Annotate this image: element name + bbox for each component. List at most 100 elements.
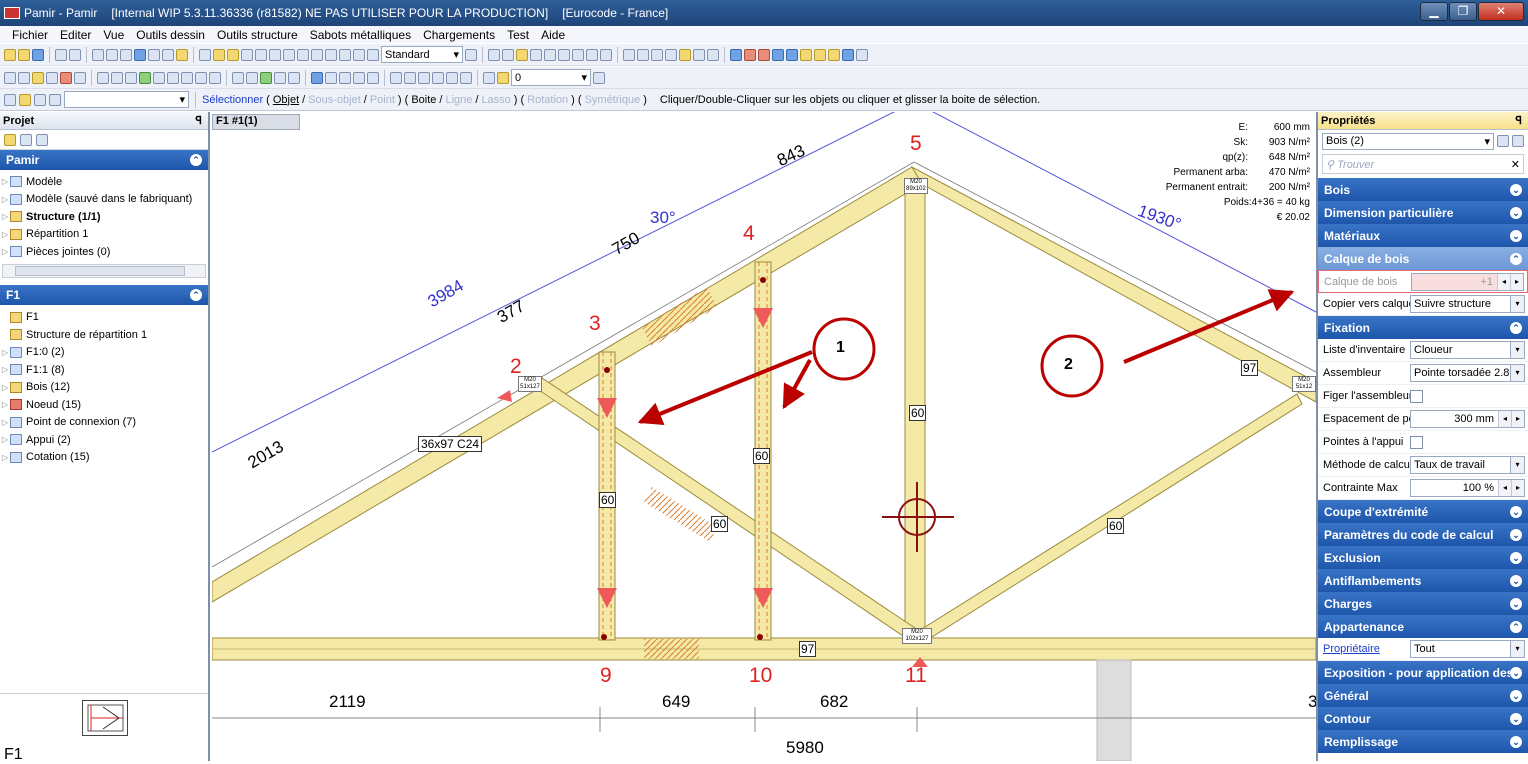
dim-icon[interactable] — [125, 71, 137, 84]
owner-link[interactable]: Propriétaire — [1323, 643, 1410, 655]
tile-icon[interactable] — [246, 71, 258, 84]
tree-item-f10[interactable]: ▷ F1:0 (2) — [0, 344, 208, 362]
check-icon[interactable] — [260, 71, 272, 84]
poly-icon[interactable] — [544, 48, 556, 61]
menu-outils-structure[interactable]: Outils structure — [217, 28, 298, 42]
edit-icon[interactable] — [120, 48, 132, 61]
tree-item-f1[interactable]: F1 — [0, 309, 208, 327]
width-label-top[interactable]: 97 — [1241, 360, 1259, 376]
object-selector[interactable]: Bois (2) ▾ — [1322, 132, 1494, 150]
window-icon[interactable] — [842, 48, 854, 61]
clear-icon[interactable]: ✕ — [1511, 158, 1523, 171]
section-fixation[interactable]: Fixation ⌃ — [1318, 316, 1528, 339]
preview-thumbnail[interactable] — [82, 700, 128, 736]
layer-combo[interactable]: 0 ▾ — [511, 69, 591, 86]
export3-icon[interactable] — [418, 71, 430, 84]
line-icon[interactable] — [488, 48, 500, 61]
menu-editer[interactable]: Editer — [60, 28, 91, 42]
tree-item-appui[interactable]: ▷ Appui (2) — [0, 431, 208, 449]
pick-mode2-icon[interactable] — [19, 93, 31, 106]
filter-icon[interactable] — [1497, 135, 1509, 147]
section-dimension[interactable]: Dimension particulière ⌄ — [1318, 201, 1528, 224]
firefox-icon[interactable] — [758, 48, 770, 61]
plate-bottom[interactable]: M20 102x127 — [902, 628, 932, 644]
menu-test[interactable]: Test — [507, 28, 529, 42]
section-bois[interactable]: Bois ⌄ — [1318, 178, 1528, 201]
grid-icon[interactable] — [92, 48, 104, 61]
maximize-button[interactable]: ❐ — [1449, 2, 1477, 21]
section-calque[interactable]: Calque de bois ⌃ — [1318, 247, 1528, 270]
section-general[interactable]: Général ⌄ — [1318, 684, 1528, 707]
tree-item-structure[interactable]: ▷ Structure (1/1) — [0, 208, 208, 226]
section-contour[interactable]: Contour ⌄ — [1318, 707, 1528, 730]
tree-view-icon[interactable] — [4, 133, 16, 146]
chrome-icon[interactable] — [744, 48, 756, 61]
style-icon[interactable] — [367, 48, 379, 61]
horizontal-scrollbar[interactable] — [2, 263, 206, 278]
open-icon[interactable] — [18, 48, 30, 61]
folder2-icon[interactable] — [814, 48, 826, 61]
pin-icon[interactable]: ꟼ — [195, 114, 202, 127]
export6-icon[interactable] — [460, 71, 472, 84]
brush-icon[interactable] — [213, 48, 225, 61]
section-parametres[interactable]: Paramètres du code de calcul ⌄ — [1318, 523, 1528, 546]
menu-aide[interactable]: Aide — [541, 28, 565, 42]
bulb-icon[interactable] — [497, 71, 509, 84]
rect-icon[interactable] — [530, 48, 542, 61]
camera-icon[interactable] — [353, 48, 365, 61]
plate-right[interactable]: M20 51x12 — [1292, 376, 1316, 392]
diag-icon[interactable] — [623, 48, 635, 61]
tree-item-pieces[interactable]: ▷ Pièces jointes (0) — [0, 243, 208, 261]
plate2-icon[interactable] — [111, 71, 123, 84]
section-coupe[interactable]: Coupe d'extrémité ⌄ — [1318, 500, 1528, 523]
layout-icon[interactable] — [232, 71, 244, 84]
pointes-checkbox[interactable] — [1410, 435, 1423, 449]
magnet-icon[interactable] — [679, 48, 691, 61]
view-icon[interactable] — [134, 48, 146, 61]
oval-icon[interactable] — [665, 48, 677, 61]
section-materiaux[interactable]: Matériaux ⌄ — [1318, 224, 1528, 247]
layer-icon[interactable] — [483, 71, 495, 84]
move-icon[interactable] — [255, 48, 267, 61]
espacement-field[interactable]: 300 mm ◂ ▸ — [1410, 410, 1525, 428]
drawing-canvas[interactable]: F1 #1(1) E: 600 mm Sk: 903 N/m² qp(z): 6… — [212, 112, 1316, 761]
export5-icon[interactable] — [446, 71, 458, 84]
figer-checkbox[interactable] — [1410, 389, 1423, 403]
ie-icon[interactable] — [730, 48, 742, 61]
select-symetrique[interactable]: Symétrique — [585, 94, 641, 106]
sort-icon[interactable] — [1512, 135, 1524, 147]
tree-item-modele[interactable]: ▷ Modèle — [0, 173, 208, 191]
calc3-icon[interactable] — [339, 71, 351, 84]
dup-icon[interactable] — [572, 48, 584, 61]
tree-item-bois[interactable]: ▷ Bois (12) — [0, 379, 208, 397]
tree-item-connexion[interactable]: ▷ Point de connexion (7) — [0, 414, 208, 432]
minimize-button[interactable]: ▁ — [1420, 2, 1448, 21]
new-icon[interactable] — [4, 48, 16, 61]
zoom-icon[interactable] — [283, 48, 295, 61]
menu-sabots[interactable]: Sabots métalliques — [310, 28, 411, 42]
chart-icon[interactable] — [786, 48, 798, 61]
tree-item-repartition[interactable]: ▷ Répartition 1 — [0, 226, 208, 244]
web-icon[interactable] — [772, 48, 784, 61]
select-sous-objet[interactable]: Sous-objet — [308, 94, 361, 106]
section-charges[interactable]: Charges ⌄ — [1318, 592, 1528, 615]
plate-icon[interactable] — [97, 71, 109, 84]
ortho-icon[interactable] — [693, 48, 705, 61]
folder3-icon[interactable] — [828, 48, 840, 61]
filter-icon[interactable] — [36, 133, 48, 146]
tree-item-modele-fab[interactable]: ▷ Modèle (sauvé dans le fabriquant) — [0, 191, 208, 209]
green-icon[interactable] — [139, 71, 151, 84]
frame-icon[interactable] — [148, 48, 160, 61]
search-field[interactable]: ⚲ Trouver ✕ — [1322, 154, 1524, 174]
clip-icon[interactable] — [586, 48, 598, 61]
angle-icon[interactable] — [181, 71, 193, 84]
menu-chargements[interactable]: Chargements — [423, 28, 495, 42]
methode-select[interactable]: Taux de travail ▾ — [1410, 456, 1525, 474]
section-f1[interactable]: F1 ⌃ — [0, 284, 208, 305]
width-label-chord[interactable]: 97 — [799, 641, 817, 657]
calc5-icon[interactable] — [367, 71, 379, 84]
bar2-icon[interactable] — [167, 71, 179, 84]
diag2-icon[interactable] — [637, 48, 649, 61]
select-lasso[interactable]: Lasso — [481, 94, 510, 106]
bar-icon[interactable] — [153, 71, 165, 84]
